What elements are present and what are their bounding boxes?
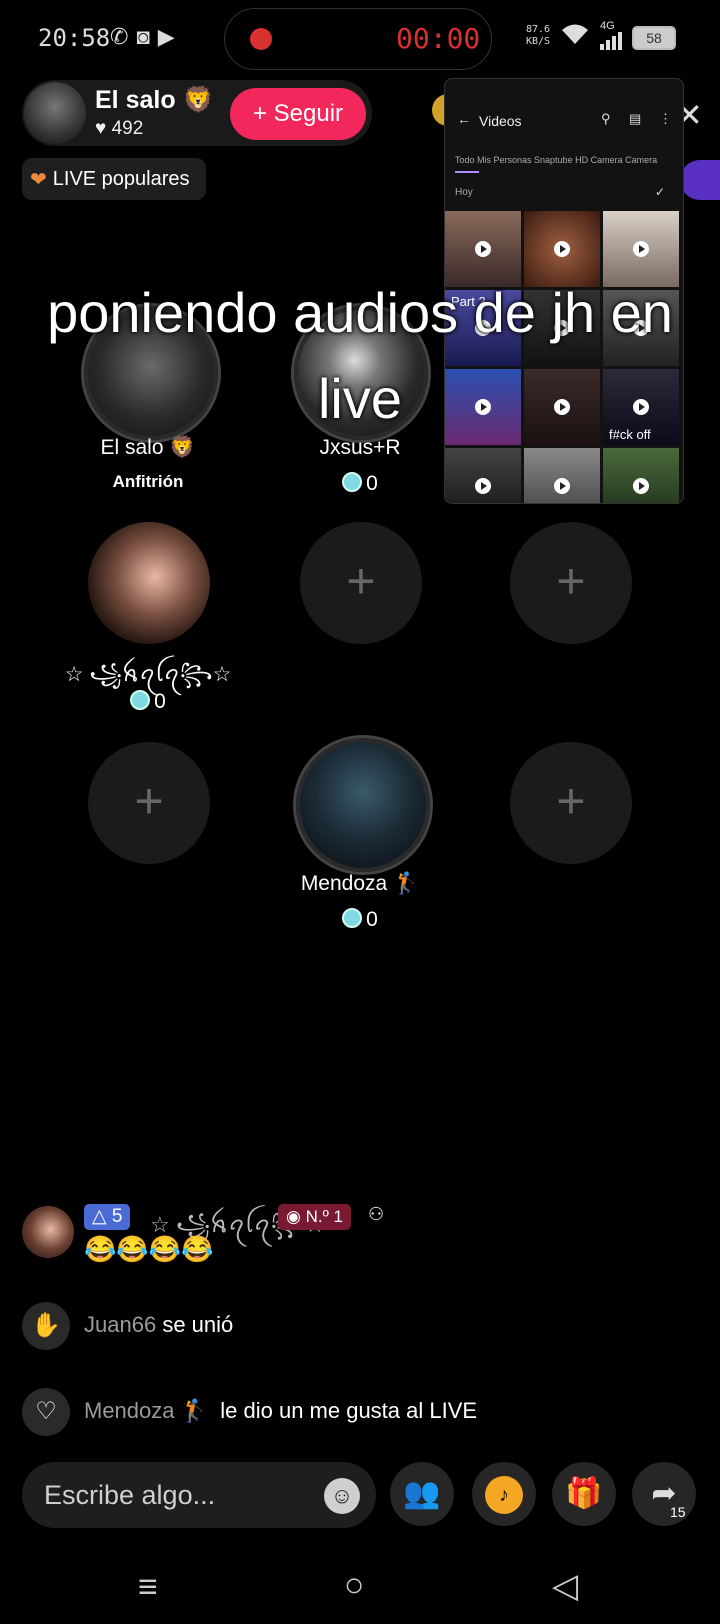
medal-icon: ◉ <box>286 1207 301 1226</box>
gift-button[interactable]: 🎁 <box>552 1462 616 1526</box>
record-dot-icon[interactable] <box>250 28 272 50</box>
emoji-icon[interactable]: ☺ <box>324 1478 360 1514</box>
notification-icons: ✆ ◙ ▶ <box>110 24 175 50</box>
play-icon <box>633 241 649 257</box>
coin-icon <box>342 472 363 492</box>
heart-half-icon: ❤ <box>30 168 47 191</box>
heart-outline-icon: ♡ <box>22 1388 70 1436</box>
popular-live-chip[interactable]: ❤ LIVE populares <box>22 158 206 200</box>
video-caption-overlay: poniendo audios de jh en live <box>47 281 673 430</box>
coin-icon <box>130 690 151 710</box>
host-avatar[interactable] <box>24 82 86 144</box>
gallery-title: Videos <box>479 113 522 129</box>
guest-name: Mendoza 🏌 <box>300 872 420 895</box>
guest-coins: 0 <box>260 472 460 496</box>
back-arrow-icon[interactable]: ← <box>457 111 471 127</box>
host-likes: ♥ 492 <box>95 118 144 139</box>
empty-seat-add[interactable]: + <box>510 522 632 644</box>
back-icon[interactable]: ◁ <box>552 1566 578 1606</box>
guests-button[interactable]: 👥 <box>390 1462 454 1526</box>
share-count: 15 <box>670 1504 686 1520</box>
status-time: 20:58 <box>38 24 111 52</box>
empty-seat-add[interactable]: + <box>88 742 210 864</box>
empty-seat-add[interactable]: + <box>510 742 632 864</box>
video-thumb[interactable] <box>603 448 679 503</box>
host-name: El salo 🦁 <box>95 86 214 114</box>
gallery-tabs[interactable]: Todo Mis Personas Snaptube HD Camera Cam… <box>455 155 657 165</box>
side-pill[interactable] <box>680 160 720 200</box>
guest-coins: 0 <box>48 690 248 714</box>
play-icon <box>633 478 649 494</box>
network-speed: 87.6 KB/S <box>526 24 551 47</box>
video-camera-icon: ▶ <box>157 24 175 49</box>
gift-icon: 🎁 <box>565 1477 603 1510</box>
chat-join-message: Juan66 se unió <box>84 1312 234 1337</box>
play-icon <box>554 241 570 257</box>
follow-button[interactable]: + Seguir <box>230 88 366 140</box>
comment-input[interactable] <box>22 1462 376 1528</box>
chat-like-message: Mendoza 🏌 le dio un me gusta al LIVE <box>84 1398 478 1423</box>
discord-icon: ◙ <box>136 24 150 49</box>
chat-user-avatar[interactable] <box>22 1206 74 1258</box>
rank-badge: ◉ N.º 1 <box>278 1204 351 1230</box>
play-icon <box>475 478 491 494</box>
home-icon[interactable]: ○ <box>344 1566 365 1605</box>
video-thumb[interactable] <box>445 448 521 503</box>
guest-coins: 0 <box>260 908 460 932</box>
video-thumb[interactable] <box>524 448 600 503</box>
gallery-section: Hoy <box>455 187 473 198</box>
grid-icon[interactable]: ▤ <box>629 111 641 127</box>
chat-message-text: 😂😂😂😂 <box>84 1234 214 1264</box>
level-badge: △ 5 <box>84 1204 131 1230</box>
multi-user-icon: 👥 <box>403 1477 441 1510</box>
recording-timer: 00:00 <box>396 22 481 55</box>
host-role-label: Anfitrión <box>112 472 184 491</box>
triangle-icon: △ <box>92 1206 107 1227</box>
play-icon <box>554 478 570 494</box>
promo-button[interactable]: ♪ <box>472 1462 536 1526</box>
more-icon[interactable]: ⋮ <box>659 111 672 127</box>
battery-indicator: 58 <box>632 26 676 50</box>
coin-icon <box>342 908 363 928</box>
wifi-icon <box>560 22 590 53</box>
user-profile-icon: ⚇ <box>368 1204 385 1224</box>
guest-avatar-mendoza[interactable] <box>296 738 430 872</box>
wave-hand-icon: ✋ <box>22 1302 70 1350</box>
heart-icon: ♥ <box>95 118 107 139</box>
whatsapp-icon: ✆ <box>110 24 129 49</box>
plus-icon: + <box>252 100 267 127</box>
guest-avatar-user[interactable] <box>88 522 210 644</box>
recent-apps-icon[interactable]: ≡ <box>138 1568 158 1607</box>
check-icon[interactable]: ✓ <box>655 185 665 199</box>
search-icon[interactable]: ⚲ <box>601 111 611 127</box>
tiktok-coin-icon: ♪ <box>485 1476 523 1515</box>
cellular-signal: 4G <box>600 20 624 53</box>
share-button[interactable]: ➦ <box>632 1462 696 1526</box>
play-icon <box>475 241 491 257</box>
empty-seat-add[interactable]: + <box>300 522 422 644</box>
